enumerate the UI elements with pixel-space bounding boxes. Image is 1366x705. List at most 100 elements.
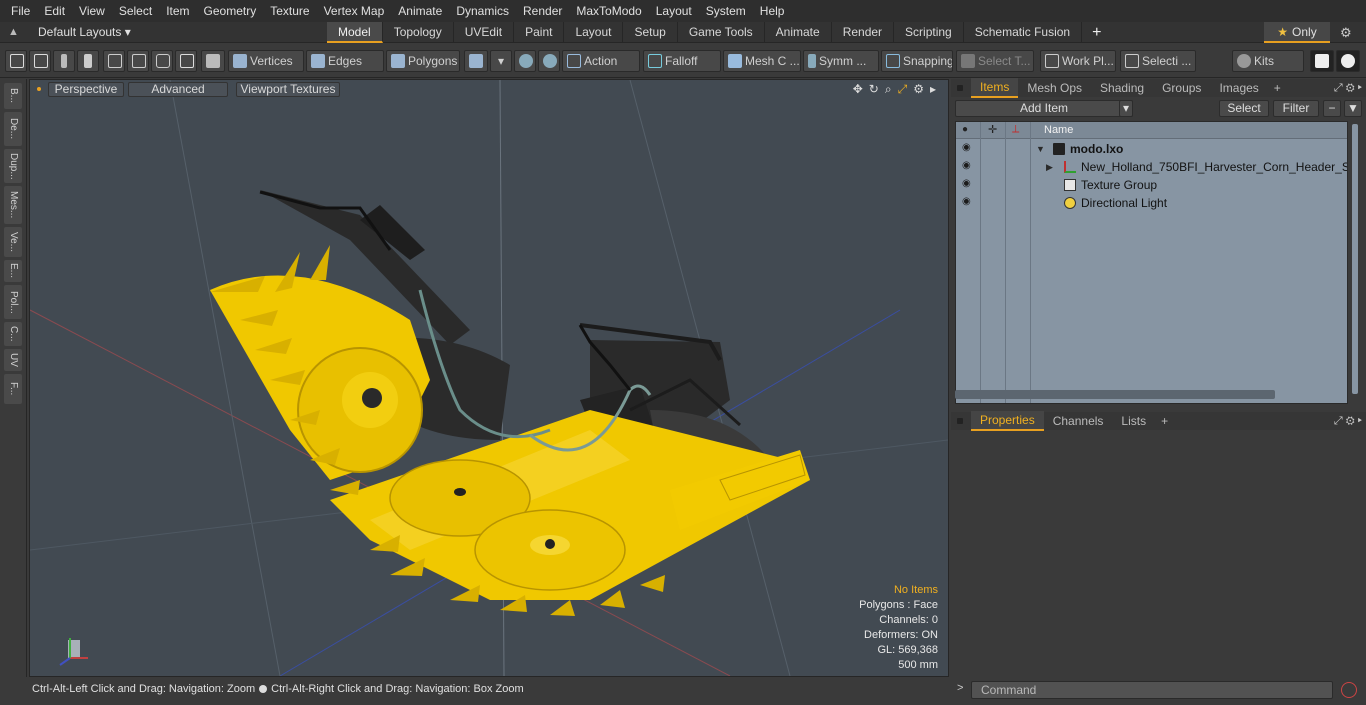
brush-button[interactable]	[77, 50, 99, 72]
menu-view[interactable]: View	[72, 0, 112, 22]
eye-icon[interactable]: ◉	[962, 179, 974, 189]
tab-images[interactable]: Images	[1210, 79, 1267, 97]
tab-duplicate[interactable]: Dup...	[4, 149, 22, 183]
mode-dropdown[interactable]: ▾	[490, 50, 512, 72]
tab-uv[interactable]: UV	[4, 349, 22, 371]
rotate-view-icon[interactable]: ↻	[869, 82, 879, 97]
tab-shading[interactable]: Shading	[1091, 79, 1153, 97]
add-panel-tab-button[interactable]: +	[1155, 414, 1174, 428]
tab-schematic-fusion[interactable]: Schematic Fusion	[964, 22, 1083, 43]
record-macro-icon[interactable]	[1341, 682, 1357, 698]
tab-game-tools[interactable]: Game Tools	[678, 22, 765, 43]
item-mode-button[interactable]	[201, 50, 225, 72]
snap-circle-button[interactable]	[175, 50, 197, 72]
menu-animate[interactable]: Animate	[391, 0, 449, 22]
gear-icon[interactable]: ⚙	[1340, 22, 1352, 43]
tab-layout[interactable]: Layout	[564, 22, 624, 43]
menu-maxtomodo[interactable]: MaxToModo	[569, 0, 648, 22]
select-button[interactable]: Select	[1219, 100, 1269, 117]
panel-menu-icon[interactable]	[957, 418, 963, 424]
tab-items[interactable]: Items	[971, 78, 1019, 98]
menu-geometry[interactable]: Geometry	[197, 0, 264, 22]
axis-column-icon[interactable]: ⟂	[1012, 123, 1019, 136]
tab-scripting[interactable]: Scripting	[894, 22, 964, 43]
panel-arrow-icon[interactable]: ▸	[1358, 415, 1362, 427]
unity-button[interactable]	[1310, 50, 1334, 72]
perspective-dropdown[interactable]: Perspective	[48, 82, 124, 97]
action-center-button[interactable]: Action	[562, 50, 640, 72]
filter-funnel-button[interactable]: ▼	[1344, 100, 1362, 117]
selection-sets-button[interactable]: Selecti ...	[1120, 50, 1196, 72]
mesh-constraint-button[interactable]: Mesh C ...	[723, 50, 801, 72]
select-through-button[interactable]: Select T...	[956, 50, 1034, 72]
command-input[interactable]: Command	[971, 681, 1333, 699]
tab-mesh-ops[interactable]: Mesh Ops	[1018, 79, 1091, 97]
material-mode-button[interactable]	[464, 50, 488, 72]
tree-row-mesh[interactable]: ◉ ▶ New_Holland_750BFI_Harvester_Corn_He…	[956, 158, 1347, 176]
tree-row-texture-group[interactable]: ◉ Texture Group	[956, 176, 1347, 194]
menu-system[interactable]: System	[699, 0, 753, 22]
symmetry-button[interactable]: Symm ...	[803, 50, 879, 72]
menu-select[interactable]: Select	[112, 0, 159, 22]
viewport-canvas[interactable]	[30, 80, 948, 676]
menu-edit[interactable]: Edit	[37, 0, 72, 22]
tab-channels[interactable]: Channels	[1044, 412, 1113, 430]
maximize-view-icon[interactable]: ⤢	[898, 82, 908, 97]
snapping-button[interactable]: Snapping	[881, 50, 953, 72]
3d-viewport[interactable]: Perspective Advanced Viewport Textures ✥…	[29, 79, 949, 677]
filter-button[interactable]: Filter	[1273, 100, 1319, 117]
pen-button[interactable]	[53, 50, 75, 72]
add-tab-button[interactable]: +	[1082, 22, 1111, 43]
tree-row-light[interactable]: ◉ Directional Light	[956, 194, 1347, 212]
menu-help[interactable]: Help	[753, 0, 792, 22]
tree-row-scene[interactable]: ◉ ▼ modo.lxo	[956, 140, 1347, 158]
expand-panel-icon[interactable]: ⤢	[1334, 82, 1343, 94]
layout-selector[interactable]: Default Layouts ▾	[38, 22, 131, 43]
zoom-view-icon[interactable]: ⌕	[885, 82, 892, 97]
panel-menu-icon[interactable]	[957, 85, 963, 91]
tree-vertical-scrollbar[interactable]	[1350, 121, 1360, 404]
tab-topology[interactable]: Topology	[383, 22, 454, 43]
menu-render[interactable]: Render	[516, 0, 569, 22]
add-item-dropdown[interactable]: ▾	[1119, 100, 1133, 117]
tab-vertex[interactable]: Ve...	[4, 227, 22, 257]
tab-lists[interactable]: Lists	[1112, 412, 1155, 430]
tab-edge[interactable]: E...	[4, 260, 22, 282]
collapse-arrow-icon[interactable]: ▼	[1036, 140, 1045, 158]
collapse-icon[interactable]: ▲	[8, 25, 22, 39]
panel-gear-icon[interactable]: ⚙	[1346, 415, 1355, 427]
globe-button[interactable]	[29, 50, 51, 72]
vertices-button[interactable]: Vertices	[228, 50, 304, 72]
expand-arrow-icon[interactable]: ▸	[930, 82, 936, 97]
kits-button[interactable]: Kits	[1232, 50, 1304, 72]
menu-file[interactable]: File	[4, 0, 37, 22]
menu-vertex-map[interactable]: Vertex Map	[317, 0, 392, 22]
work-plane-button[interactable]: Work Pl...	[1040, 50, 1116, 72]
menu-layout[interactable]: Layout	[649, 0, 699, 22]
expand-panel-icon[interactable]: ⤢	[1334, 415, 1343, 427]
symmetry-right-button[interactable]	[538, 50, 560, 72]
edges-button[interactable]: Edges	[306, 50, 384, 72]
eye-icon[interactable]: ◉	[962, 143, 974, 153]
tab-uvedit[interactable]: UVEdit	[454, 22, 515, 43]
command-history-icon[interactable]: >	[957, 682, 963, 694]
tab-polygon[interactable]: Pol...	[4, 285, 22, 319]
eye-icon[interactable]: ◉	[962, 161, 974, 171]
lock-column-icon[interactable]: ✛	[988, 123, 997, 136]
eye-icon[interactable]: ◉	[962, 197, 974, 207]
shading-dropdown[interactable]: Advanced	[128, 82, 228, 97]
symmetry-left-button[interactable]	[514, 50, 536, 72]
tab-basic[interactable]: B...	[4, 83, 22, 109]
tab-setup[interactable]: Setup	[623, 22, 678, 43]
tab-mesh-edit[interactable]: Mes...	[4, 186, 22, 224]
unreal-button[interactable]	[1336, 50, 1360, 72]
tab-groups[interactable]: Groups	[1153, 79, 1210, 97]
only-toggle[interactable]: ★ Only	[1264, 22, 1330, 43]
panel-arrow-icon[interactable]: ▸	[1358, 82, 1362, 94]
tab-deform[interactable]: De...	[4, 112, 22, 146]
panel-gear-icon[interactable]: ⚙	[1346, 82, 1355, 94]
expand-arrow-icon[interactable]: ▶	[1046, 158, 1053, 176]
scrollbar-thumb[interactable]	[1352, 124, 1358, 394]
menu-dynamics[interactable]: Dynamics	[449, 0, 516, 22]
menu-texture[interactable]: Texture	[263, 0, 316, 22]
